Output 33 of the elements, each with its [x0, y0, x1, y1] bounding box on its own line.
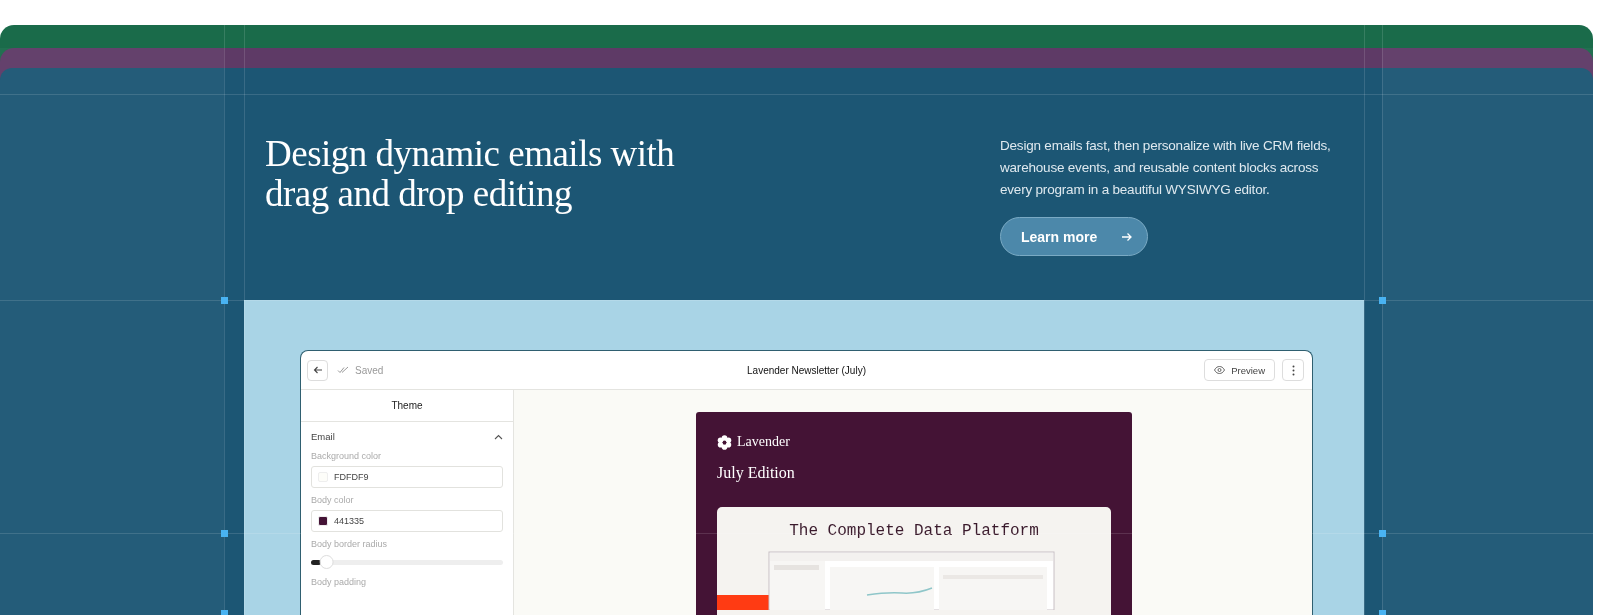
panel-title: Theme: [391, 400, 423, 411]
arrow-right-icon: [1121, 230, 1134, 243]
email-heading: July Edition: [717, 464, 796, 482]
back-button[interactable]: [307, 359, 328, 381]
selection-handle[interactable]: [1379, 610, 1386, 615]
banner-title: The Complete Data Platform: [788, 522, 1040, 540]
radius-slider[interactable]: [311, 554, 503, 570]
field-label: Body padding: [311, 577, 368, 587]
selection-handle[interactable]: [221, 610, 228, 615]
field-label: Background color: [311, 451, 383, 461]
selection-handle[interactable]: [221, 530, 228, 537]
chevron-icon: [494, 433, 503, 440]
field-label: Body color: [311, 495, 355, 505]
double-check-icon: [337, 366, 349, 374]
more-icon: [1291, 364, 1295, 376]
selection-handle[interactable]: [1379, 530, 1386, 537]
more-options-button[interactable]: [1282, 359, 1304, 381]
email-section-header[interactable]: Email: [311, 422, 503, 451]
eye-icon: [1214, 366, 1226, 374]
saved-status: Saved: [355, 364, 384, 376]
back-arrow-icon: [312, 365, 323, 375]
selection-handle[interactable]: [221, 297, 228, 304]
hero-heading: Design dynamic emails with drag and drop editing: [265, 134, 676, 216]
learn-more-button[interactable]: Learn more: [1000, 217, 1148, 256]
hero-description: Design emails fast, then personalize with live CRM fields, warehouse events, and reusable content blocks across every program in a beautiful WYSIWYG editor.: [1000, 137, 1332, 199]
color-input[interactable]: 441335: [311, 510, 503, 532]
selection-handle[interactable]: [1379, 297, 1386, 304]
preview-button[interactable]: Preview: [1204, 359, 1275, 381]
document-title: Lavender Newsletter (July): [747, 364, 866, 376]
brand-name: Lavender: [737, 434, 790, 450]
field-label: Body border radius: [311, 539, 389, 549]
flower-icon: [717, 434, 732, 450]
color-input[interactable]: FDFDF9: [311, 466, 503, 488]
